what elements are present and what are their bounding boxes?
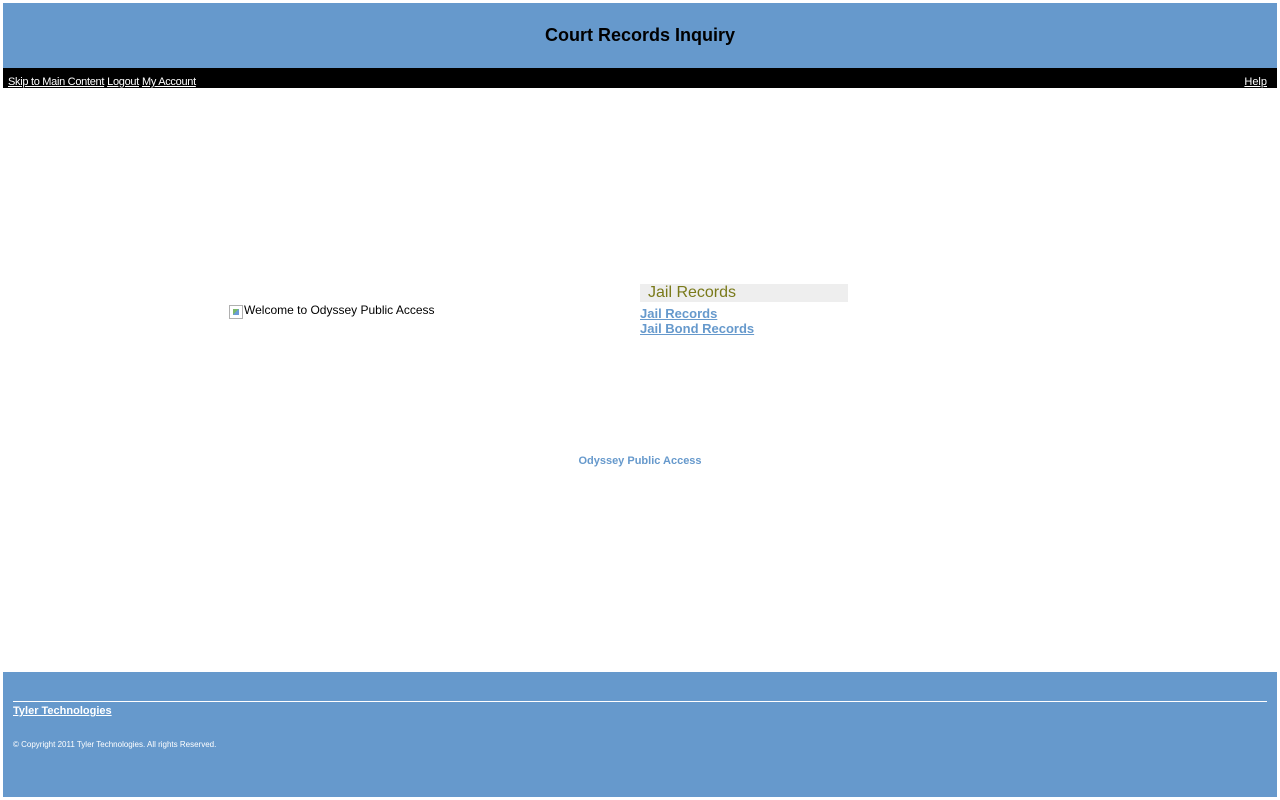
product-brand-label: Odyssey Public Access xyxy=(578,455,702,467)
page-title: Court Records Inquiry xyxy=(544,25,736,45)
footer-divider xyxy=(13,701,1267,702)
page-footer: Tyler Technologies © Copyright 2011 Tyle… xyxy=(3,672,1277,797)
skip-to-main-content-link[interactable]: Skip to Main Content xyxy=(8,76,104,88)
panel-title: Jail Records xyxy=(640,284,848,302)
broken-image-icon xyxy=(229,305,243,319)
my-account-link[interactable]: My Account xyxy=(142,76,196,88)
top-nav-bar: Skip to Main Content Logout My Account Hel… xyxy=(3,68,1277,88)
jail-records-panel: Jail Records Jail Records Jail Bond Reco… xyxy=(640,284,848,336)
copyright-text: © Copyright 2011 Tyler Technologies. All… xyxy=(13,740,217,749)
jail-bond-records-link[interactable]: Jail Bond Records xyxy=(640,321,848,336)
welcome-image-alt-text: Welcome to Odyssey Public Access xyxy=(244,303,435,317)
nav-left-group: Skip to Main Content Logout My Account xyxy=(8,72,199,90)
tyler-technologies-link[interactable]: Tyler Technologies xyxy=(13,705,112,717)
nav-right-group: Help xyxy=(1244,72,1267,90)
panel-link-list: Jail Records Jail Bond Records xyxy=(640,306,848,336)
page-frame: Court Records Inquiry Skip to Main Conte… xyxy=(3,3,1277,797)
jail-records-link[interactable]: Jail Records xyxy=(640,306,848,321)
help-link[interactable]: Help xyxy=(1244,76,1267,88)
page-header: Court Records Inquiry xyxy=(3,3,1277,68)
logout-link[interactable]: Logout xyxy=(107,76,139,88)
welcome-image: Welcome to Odyssey Public Access xyxy=(229,303,435,319)
